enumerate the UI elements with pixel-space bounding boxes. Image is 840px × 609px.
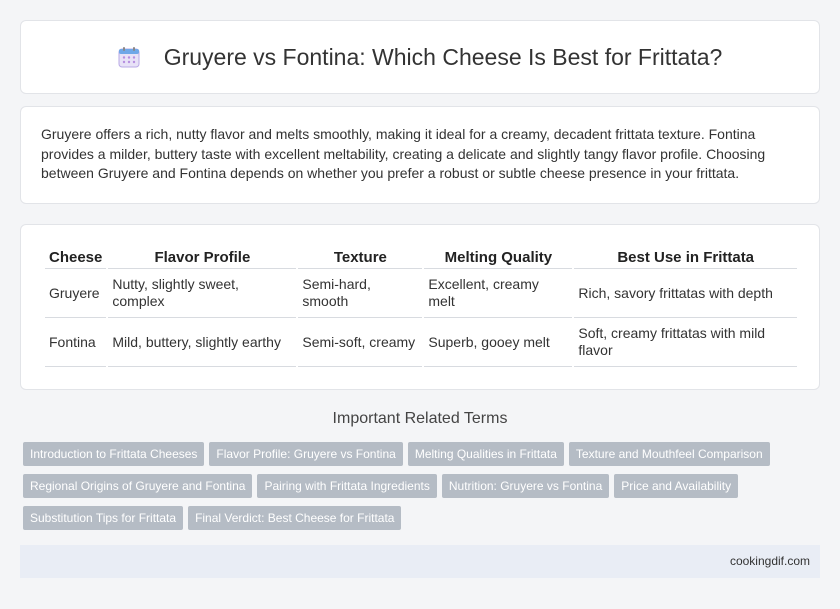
related-tag[interactable]: Regional Origins of Gruyere and Fontina (23, 474, 253, 498)
cell-cheese: Gruyere (45, 269, 107, 318)
cell-melting: Excellent, creamy melt (424, 269, 573, 318)
cell-texture: Semi-soft, creamy (298, 318, 423, 367)
page-title-text: Gruyere vs Fontina: Which Cheese Is Best… (163, 43, 723, 70)
intro-card: Gruyere offers a rich, nutty flavor and … (20, 106, 820, 204)
header-cheese: Cheese (45, 243, 107, 269)
cell-flavor: Nutty, slightly sweet, complex (108, 269, 297, 318)
related-tag[interactable]: Texture and Mouthfeel Comparison (568, 442, 770, 466)
intro-paragraph: Gruyere offers a rich, nutty flavor and … (41, 126, 766, 181)
header-texture: Texture (298, 243, 423, 269)
footer: cookingdif.com (20, 545, 820, 578)
page-title: Gruyere vs Fontina: Which Cheese Is Best… (118, 43, 723, 71)
header-flavor-profile: Flavor Profile (108, 243, 297, 269)
related-tag[interactable]: Melting Qualities in Frittata (407, 442, 564, 466)
related-tag[interactable]: Final Verdict: Best Cheese for Frittata (188, 506, 402, 530)
comparison-card: Cheese Flavor Profile Texture Melting Qu… (20, 224, 820, 390)
related-terms-title: Important Related Terms (332, 410, 508, 427)
related-tag[interactable]: Price and Availability (614, 474, 739, 498)
cell-texture: Semi-hard, smooth (298, 269, 423, 318)
related-tag[interactable]: Nutrition: Gruyere vs Fontina (441, 474, 610, 498)
related-tags: Introduction to Frittata Cheeses Flavor … (23, 442, 823, 538)
cell-flavor: Mild, buttery, slightly earthy (108, 318, 297, 367)
header-best-use: Best Use in Frittata (574, 243, 797, 269)
header-melting-quality: Melting Quality (424, 243, 573, 269)
calendar-icon (118, 46, 140, 68)
footer-site-link[interactable]: cookingdif.com (730, 554, 810, 568)
title-card: Gruyere vs Fontina: Which Cheese Is Best… (20, 20, 820, 94)
related-tag[interactable]: Flavor Profile: Gruyere vs Fontina (209, 442, 403, 466)
related-tag[interactable]: Substitution Tips for Frittata (23, 506, 184, 530)
table-row: Fontina Mild, buttery, slightly earthy S… (45, 318, 797, 367)
cell-melting: Superb, gooey melt (424, 318, 573, 367)
table-header-row: Cheese Flavor Profile Texture Melting Qu… (45, 243, 797, 269)
cell-cheese: Fontina (45, 318, 107, 367)
comparison-table: Cheese Flavor Profile Texture Melting Qu… (43, 243, 799, 367)
table-row: Gruyere Nutty, slightly sweet, complex S… (45, 269, 797, 318)
cell-best-use: Rich, savory frittatas with depth (574, 269, 797, 318)
related-tag[interactable]: Introduction to Frittata Cheeses (23, 442, 205, 466)
related-tag[interactable]: Pairing with Frittata Ingredients (257, 474, 437, 498)
cell-best-use: Soft, creamy frittatas with mild flavor (574, 318, 797, 367)
